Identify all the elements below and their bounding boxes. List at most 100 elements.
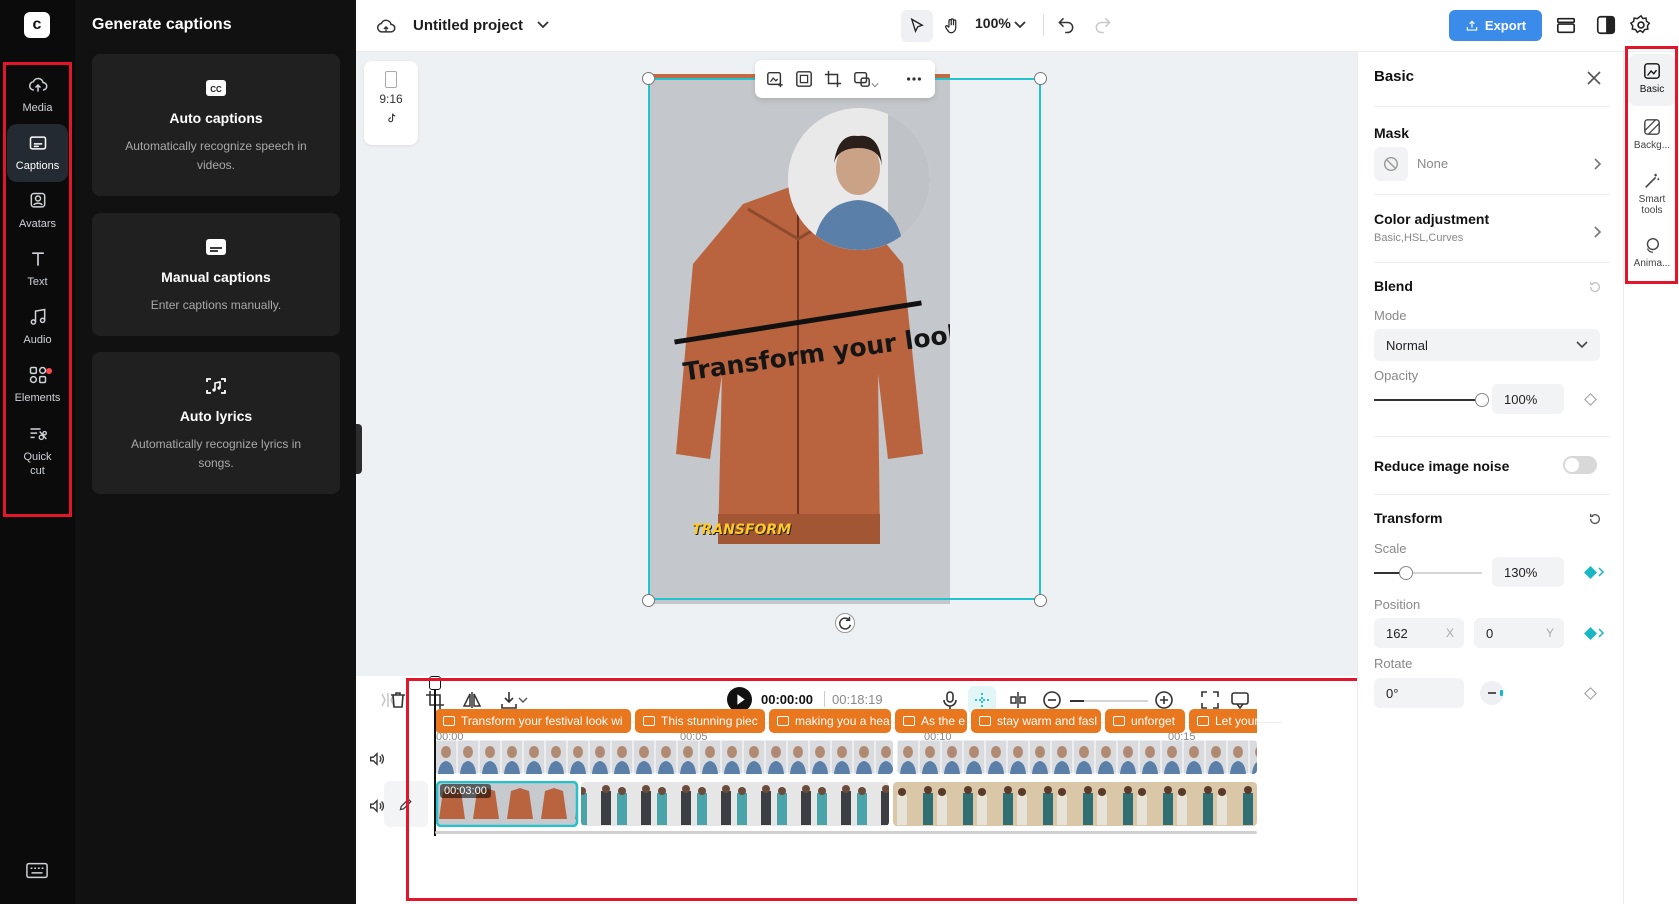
microphone-icon[interactable] (940, 690, 960, 710)
aspect-ratio-picker[interactable]: 9:16 (364, 61, 418, 145)
timeline-zoom-slider[interactable] (1070, 700, 1148, 702)
mask-thumb[interactable] (1374, 147, 1408, 181)
select-tool-button[interactable] (901, 10, 933, 42)
rail-item-captions[interactable]: Captions (7, 124, 68, 182)
position-x-input[interactable]: 162X (1374, 618, 1464, 648)
caption-clip[interactable]: making you a hea (769, 709, 891, 733)
comment-icon[interactable] (1230, 690, 1250, 710)
caption-clip[interactable]: Let your (1189, 709, 1257, 733)
resize-handle[interactable] (1034, 72, 1047, 85)
rail-item-audio[interactable]: Audio (7, 298, 68, 356)
fit-frame-icon[interactable] (795, 70, 813, 88)
close-icon[interactable] (1587, 71, 1601, 85)
replace-image-icon[interactable] (766, 70, 784, 88)
tab-basic[interactable]: Basic (1628, 54, 1676, 106)
keyframe-diamond-icon[interactable] (1584, 687, 1597, 700)
opacity-input[interactable]: 100% (1492, 384, 1564, 414)
color-adjustment-label[interactable]: Color adjustment (1374, 211, 1489, 227)
speaker-icon[interactable] (368, 750, 386, 768)
divider (1374, 436, 1610, 437)
collapse-panel-handle[interactable] (356, 424, 362, 474)
noise-label: Reduce image noise (1374, 458, 1509, 474)
resize-handle[interactable] (642, 72, 655, 85)
crop-icon[interactable] (824, 70, 842, 88)
layers-icon[interactable] (1555, 15, 1577, 35)
zoom-level[interactable]: 100% (975, 15, 1011, 31)
reset-icon[interactable] (1588, 512, 1602, 526)
scale-input[interactable]: 130% (1492, 557, 1564, 587)
zoom-out-icon[interactable] (1042, 690, 1062, 710)
tab-label: Anima... (1634, 258, 1671, 269)
caption-clip[interactable]: stay warm and fasl (971, 709, 1101, 733)
layout-panel-icon[interactable] (1595, 14, 1617, 36)
auto-lyrics-card[interactable]: Auto lyrics Automatically recognize lyri… (92, 352, 340, 494)
auto-captions-card[interactable]: CC Auto captions Automatically recognize… (92, 54, 340, 196)
tab-background[interactable]: Backg... (1628, 110, 1676, 162)
rail-item-quick-cut[interactable]: Quick cut (7, 418, 68, 484)
rail-item-media[interactable]: Media (7, 66, 68, 124)
reset-icon[interactable] (1588, 280, 1602, 294)
rotate-dial[interactable] (1480, 681, 1504, 705)
chevron-right-icon[interactable] (1598, 567, 1605, 577)
rotate-input[interactable]: 0° (1374, 678, 1464, 708)
export-button[interactable]: Export (1449, 10, 1542, 41)
settings-icon[interactable] (1630, 14, 1652, 36)
chevron-right-icon[interactable] (1594, 158, 1602, 170)
manual-captions-card[interactable]: Manual captions Enter captions manually. (92, 213, 340, 336)
hand-tool-button[interactable] (936, 10, 968, 42)
noise-toggle[interactable] (1563, 456, 1597, 474)
keyboard-shortcuts-icon[interactable] (26, 861, 48, 881)
flip-icon[interactable] (462, 690, 482, 710)
panel-title: Basic (1374, 68, 1414, 85)
resize-handle[interactable] (642, 594, 655, 607)
scale-slider[interactable] (1374, 572, 1482, 574)
avatar-icon (28, 191, 48, 211)
tab-label: Basic (1640, 84, 1664, 95)
more-options-icon[interactable] (905, 70, 923, 88)
timeline-scrollbar[interactable] (435, 831, 1257, 834)
tab-animation[interactable]: Anima... (1628, 228, 1676, 280)
caption-clip[interactable]: This stunning piec (635, 709, 765, 733)
chevron-down-icon[interactable] (537, 20, 549, 30)
selection-box[interactable] (648, 78, 1041, 600)
chevron-down-icon[interactable] (1014, 20, 1026, 30)
project-title[interactable]: Untitled project (413, 17, 523, 34)
caption-clip[interactable]: unforget (1105, 709, 1185, 733)
caption-clip[interactable]: Transform your festival look wi (435, 709, 631, 733)
keyframe-diamond-icon[interactable] (1584, 566, 1597, 579)
split-icon[interactable] (1008, 690, 1028, 710)
main-video-track[interactable]: 00:03:00 (435, 781, 1257, 827)
mask-tool-icon[interactable] (853, 70, 871, 88)
undo-icon[interactable] (1056, 15, 1076, 35)
caption-clip[interactable]: As the e (895, 709, 967, 733)
position-y-input[interactable]: 0Y (1474, 618, 1564, 648)
rail-item-avatars[interactable]: Avatars (7, 182, 68, 240)
rail-item-elements[interactable]: Elements (7, 356, 68, 414)
chevron-right-icon[interactable] (1594, 226, 1602, 238)
resize-handle[interactable] (1034, 594, 1047, 607)
cloud-sync-icon[interactable] (376, 17, 396, 35)
chevron-down-icon[interactable] (518, 696, 528, 704)
delete-icon[interactable] (388, 690, 408, 710)
rail-item-text[interactable]: Text (7, 240, 68, 298)
mask-value[interactable]: None (1417, 156, 1448, 171)
blend-mode-select[interactable]: Normal (1374, 329, 1600, 361)
right-tabs: Basic Backg... Smart tools Anima... (1623, 52, 1679, 904)
zoom-in-icon[interactable] (1154, 690, 1174, 710)
avatar-video-track[interactable] (435, 740, 1257, 774)
download-icon[interactable] (499, 690, 519, 710)
keyframe-diamond-icon[interactable] (1584, 627, 1597, 640)
elements-icon (28, 365, 48, 385)
hand-icon (943, 17, 961, 35)
chevron-down-icon[interactable] (871, 75, 879, 81)
edit-track-button[interactable] (384, 781, 428, 827)
chevron-right-icon[interactable] (1598, 628, 1605, 638)
tab-smart-tools[interactable]: Smart tools (1628, 164, 1676, 224)
playhead[interactable] (434, 676, 436, 836)
redo-icon[interactable] (1093, 15, 1113, 35)
keyframe-diamond-icon[interactable] (1584, 393, 1597, 406)
rotate-handle-icon[interactable] (835, 613, 855, 633)
app-logo-icon[interactable]: c (24, 12, 50, 38)
fullscreen-icon[interactable] (1200, 690, 1220, 710)
opacity-slider[interactable] (1374, 399, 1482, 401)
